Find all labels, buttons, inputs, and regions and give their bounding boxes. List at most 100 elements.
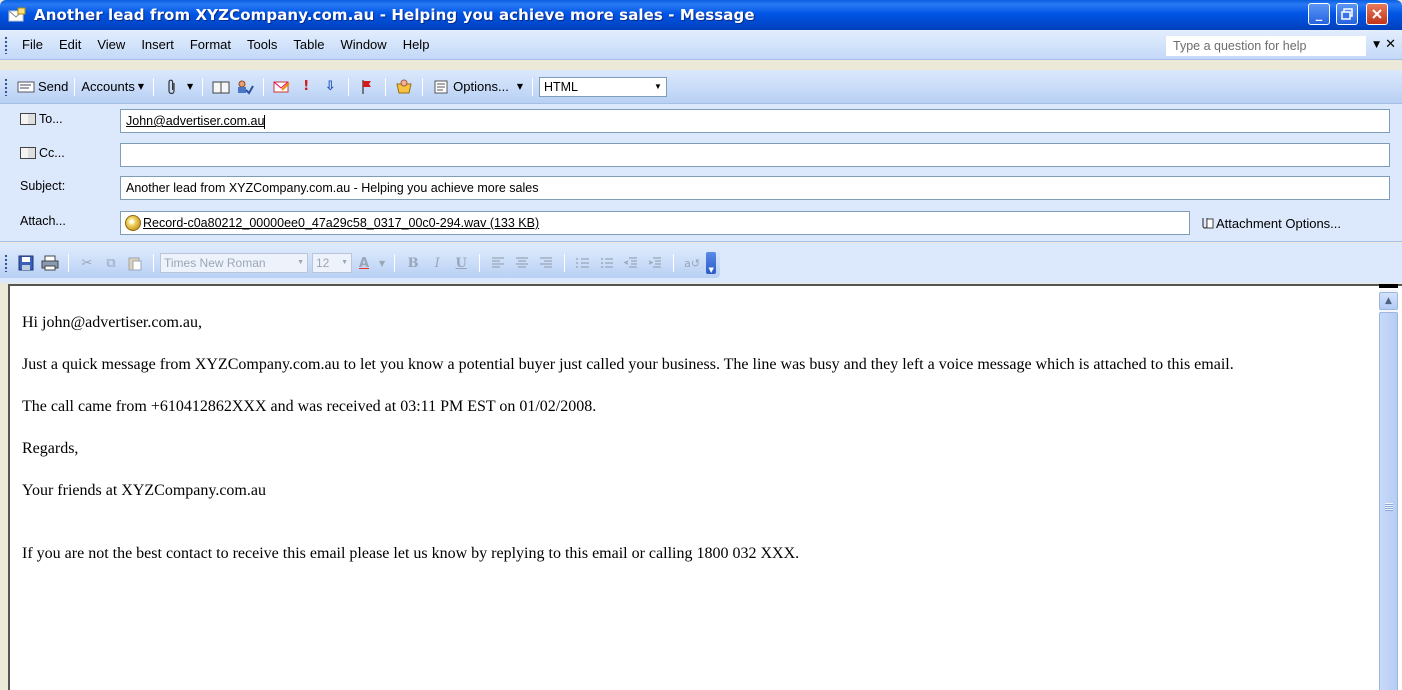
toolbar-separator bbox=[673, 254, 675, 272]
menu-table[interactable]: Table bbox=[285, 37, 332, 52]
close-icon bbox=[1372, 9, 1382, 19]
check-names-icon[interactable] bbox=[236, 79, 255, 95]
align-center-icon[interactable] bbox=[513, 255, 531, 271]
message-icon bbox=[8, 7, 26, 23]
menu-file[interactable]: File bbox=[14, 37, 51, 52]
message-header: To... John@advertiser.com.au Cc... Subje… bbox=[0, 104, 1402, 242]
toolbar-separator bbox=[74, 77, 76, 96]
toolbar-separator bbox=[153, 77, 155, 96]
font-size-value: 12 bbox=[316, 256, 330, 270]
cut-icon[interactable]: ✂ bbox=[78, 255, 96, 271]
signature-icon[interactable] bbox=[273, 79, 291, 95]
font-size-select[interactable]: 12 ▼ bbox=[312, 253, 352, 273]
body-signature: Your friends at XYZCompany.com.au bbox=[22, 482, 266, 499]
save-icon[interactable] bbox=[17, 255, 35, 271]
text-direction-icon[interactable]: a↺ bbox=[683, 255, 701, 271]
message-format-value: HTML bbox=[543, 79, 578, 94]
attach-dropdown-icon[interactable]: ▼ bbox=[187, 82, 193, 91]
attachment-link[interactable]: Record-c0a80212_00000ee0_47a29c58_0317_0… bbox=[143, 216, 539, 230]
window-title: Another lead from XYZCompany.com.au - He… bbox=[34, 6, 755, 24]
italic-button[interactable]: I bbox=[428, 255, 446, 271]
decrease-indent-icon[interactable] bbox=[622, 255, 640, 271]
vertical-scrollbar[interactable]: ▲ bbox=[1379, 290, 1398, 690]
toolbar-separator bbox=[564, 254, 566, 272]
help-dropdown-icon[interactable]: ▼ bbox=[1373, 40, 1380, 50]
align-right-icon[interactable] bbox=[537, 255, 555, 271]
permission-icon[interactable] bbox=[395, 79, 413, 95]
body-text[interactable]: Hi john@advertiser.com.au, Just a quick … bbox=[22, 312, 1362, 585]
minimize-button[interactable]: _ bbox=[1308, 3, 1330, 25]
body-closing: Regards, bbox=[22, 440, 79, 457]
standard-toolbar: Send Accounts ▼ ▼ ! ⇩ Options... ▼ HTML … bbox=[0, 70, 1402, 104]
toolbar-separator bbox=[531, 77, 533, 96]
font-color-icon[interactable]: A bbox=[355, 255, 373, 271]
scroll-up-button[interactable]: ▲ bbox=[1379, 292, 1398, 310]
address-book-icon bbox=[20, 147, 36, 159]
attachment-field[interactable]: Record-c0a80212_00000ee0_47a29c58_0317_0… bbox=[120, 211, 1190, 235]
restore-icon bbox=[1341, 8, 1353, 20]
menu-tools[interactable]: Tools bbox=[239, 37, 285, 52]
accounts-dropdown-icon[interactable]: ▼ bbox=[138, 82, 144, 91]
follow-up-flag-icon[interactable] bbox=[358, 79, 376, 95]
options-button[interactable]: Options... bbox=[453, 79, 509, 94]
copy-icon[interactable]: ⧉ bbox=[102, 255, 120, 271]
to-field[interactable]: John@advertiser.com.au bbox=[120, 109, 1390, 133]
toolbar-grip[interactable] bbox=[4, 254, 8, 272]
menu-bar: File Edit View Insert Format Tools Table… bbox=[0, 30, 1402, 60]
paste-icon[interactable] bbox=[126, 255, 144, 271]
menu-window[interactable]: Window bbox=[332, 37, 394, 52]
maximize-button[interactable] bbox=[1336, 3, 1358, 25]
to-label: To... bbox=[39, 112, 63, 126]
scroll-thumb[interactable] bbox=[1379, 312, 1398, 690]
menu-format[interactable]: Format bbox=[182, 37, 239, 52]
message-format-select[interactable]: HTML ▼ bbox=[538, 76, 667, 97]
low-importance-icon[interactable]: ⇩ bbox=[321, 79, 339, 95]
menu-insert[interactable]: Insert bbox=[133, 37, 182, 52]
message-body[interactable]: Hi john@advertiser.com.au, Just a quick … bbox=[8, 284, 1402, 690]
body-paragraph-1: Just a quick message from XYZCompany.com… bbox=[22, 356, 1234, 373]
bullets-icon[interactable] bbox=[598, 255, 616, 271]
toolbar-grip[interactable] bbox=[4, 77, 8, 96]
increase-indent-icon[interactable] bbox=[646, 255, 664, 271]
split-handle[interactable] bbox=[1379, 284, 1398, 288]
print-icon[interactable] bbox=[41, 255, 59, 271]
high-importance-icon[interactable]: ! bbox=[297, 79, 315, 95]
numbering-icon[interactable] bbox=[574, 255, 592, 271]
accounts-button[interactable]: Accounts bbox=[81, 79, 134, 94]
underline-button[interactable]: U bbox=[452, 255, 470, 271]
text-caret bbox=[264, 114, 266, 129]
to-button[interactable]: To... bbox=[20, 112, 63, 126]
bold-button[interactable]: B bbox=[404, 255, 422, 271]
font-name-select[interactable]: Times New Roman ▼ bbox=[160, 253, 308, 273]
subject-field[interactable]: Another lead from XYZCompany.com.au - He… bbox=[120, 176, 1390, 200]
cc-field[interactable] bbox=[120, 143, 1390, 167]
close-button[interactable] bbox=[1366, 3, 1388, 25]
paperclip-icon[interactable] bbox=[163, 79, 181, 95]
send-button[interactable]: Send bbox=[38, 79, 68, 94]
menu-view[interactable]: View bbox=[89, 37, 133, 52]
scroll-grip bbox=[1385, 503, 1393, 511]
options-dropdown-icon[interactable]: ▼ bbox=[517, 82, 523, 91]
address-book-icon[interactable] bbox=[212, 79, 230, 95]
chevron-down-icon: ▼ bbox=[341, 259, 348, 266]
title-bar[interactable]: Another lead from XYZCompany.com.au - He… bbox=[0, 0, 1402, 30]
body-paragraph-2: The call came from +610412862XXX and was… bbox=[22, 398, 597, 415]
attach-button[interactable]: Attach... bbox=[20, 214, 66, 228]
toolbar-options-icon[interactable]: ▼ bbox=[706, 252, 717, 274]
align-left-icon[interactable] bbox=[489, 255, 507, 271]
font-color-dropdown-icon[interactable]: ▼ bbox=[379, 259, 385, 268]
attachment-options-button[interactable]: Attachment Options... bbox=[1198, 215, 1341, 231]
cc-button[interactable]: Cc... bbox=[20, 146, 65, 160]
toolbar-grip[interactable] bbox=[4, 35, 8, 54]
menu-edit[interactable]: Edit bbox=[51, 37, 89, 52]
menu-help[interactable]: Help bbox=[395, 37, 438, 52]
send-icon bbox=[17, 79, 35, 95]
close-document-icon[interactable]: ✕ bbox=[1385, 37, 1396, 52]
audio-file-icon bbox=[125, 215, 141, 231]
subject-row: Subject: Another lead from XYZCompany.co… bbox=[0, 173, 1402, 201]
to-recipient[interactable]: John@advertiser.com.au bbox=[126, 114, 264, 128]
attach-row: Attach... Record-c0a80212_00000ee0_47a29… bbox=[0, 208, 1402, 236]
cc-label: Cc... bbox=[39, 146, 65, 160]
help-search-input[interactable]: Type a question for help bbox=[1166, 36, 1366, 56]
subject-label: Subject: bbox=[20, 179, 66, 193]
